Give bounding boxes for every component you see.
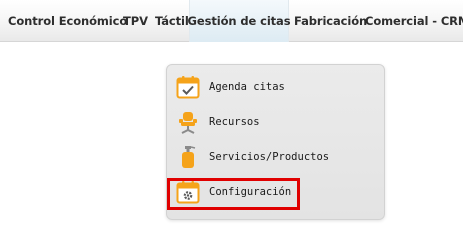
highlight-box [167,178,300,210]
menu-gestion-citas[interactable]: Gestión de citas [187,0,291,42]
menu-label: Gestión de citas [187,14,291,28]
dropdown-item-label: Agenda citas [209,81,285,93]
dropdown-item-label: Servicios/Productos [209,151,330,163]
dropdown-item-agenda-citas[interactable]: Agenda citas [175,72,375,102]
menu-tpv[interactable]: TPV [123,0,148,42]
menu-label: TPV [123,14,148,28]
top-menu-bar: Control Económico TPV Táctil Gestión de … [0,0,463,42]
dropdown-item-servicios-productos[interactable]: Servicios/Productos [175,142,375,172]
menu-label: Fabricación [294,14,368,28]
menu-label: Control Económico [8,14,128,28]
menu-label: Comercial - CRM [365,14,463,28]
spray-bottle-icon [175,144,201,170]
chair-icon [175,109,201,135]
menu-control-economico[interactable]: Control Económico [8,0,127,42]
dropdown-item-label: Recursos [209,116,260,128]
menu-label: Táctil [155,14,189,28]
menu-comercial-crm[interactable]: Comercial - CRM [365,0,463,42]
menu-fabricacion[interactable]: Fabricación [294,0,367,42]
dropdown-item-recursos[interactable]: Recursos [175,107,375,137]
calendar-check-icon [175,74,201,100]
menu-tactil[interactable]: Táctil [155,0,189,42]
